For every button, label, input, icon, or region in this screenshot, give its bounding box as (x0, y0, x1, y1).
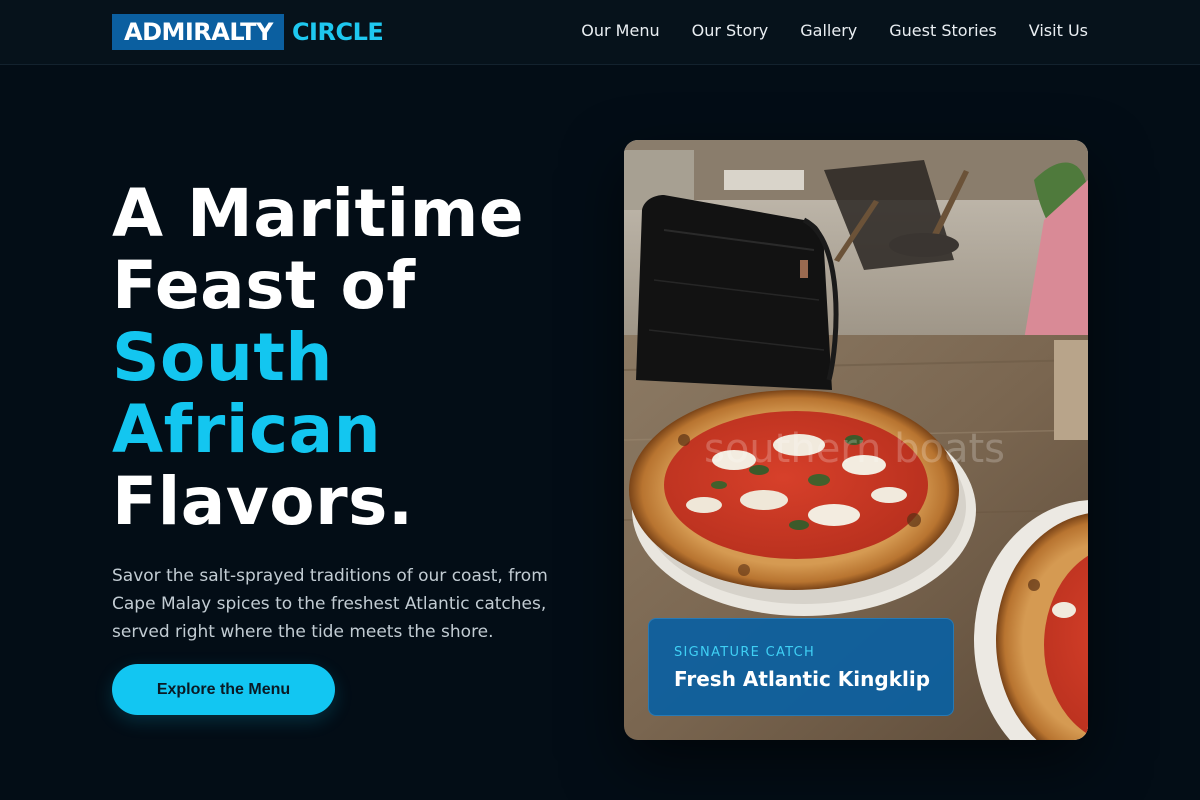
nav-guest-stories[interactable]: Guest Stories (889, 19, 997, 43)
main-nav: Our Menu Our Story Gallery Guest Stories… (581, 19, 1088, 43)
hero-title-accent-line: African (112, 391, 382, 468)
nav-our-menu[interactable]: Our Menu (581, 19, 659, 43)
caption-tag: SIGNATURE CATCH (674, 645, 816, 660)
caption-title: Fresh Atlantic Kingklip (674, 667, 931, 691)
hero-photo: southern boats SIGNATURE CATCH Fresh Atl… (624, 140, 1088, 740)
nav-our-story[interactable]: Our Story (692, 19, 769, 43)
site-header: ADMIRALTY CIRCLE Our Menu Our Story Gall… (0, 0, 1200, 65)
hero-title-line: A Maritime (112, 175, 525, 252)
brand-logo[interactable]: ADMIRALTY CIRCLE (112, 14, 384, 50)
hero-title-line: Feast of (112, 247, 416, 324)
hero-title: A Maritime Feast of South African Flavor… (112, 178, 524, 538)
signature-caption-card: SIGNATURE CATCH Fresh Atlantic Kingklip (648, 618, 954, 716)
explore-menu-button[interactable]: Explore the Menu (112, 664, 335, 715)
hero-title-accent-line: South (112, 319, 333, 396)
hero-title-line: Flavors. (112, 463, 414, 540)
brand-name-text: CIRCLE (291, 18, 384, 46)
nav-gallery[interactable]: Gallery (800, 19, 857, 43)
brand-name-box: ADMIRALTY (112, 14, 284, 50)
nav-visit-us[interactable]: Visit Us (1029, 19, 1088, 43)
photo-watermark: southern boats (704, 426, 1005, 472)
hero-description: Savor the salt-sprayed traditions of our… (112, 566, 548, 642)
